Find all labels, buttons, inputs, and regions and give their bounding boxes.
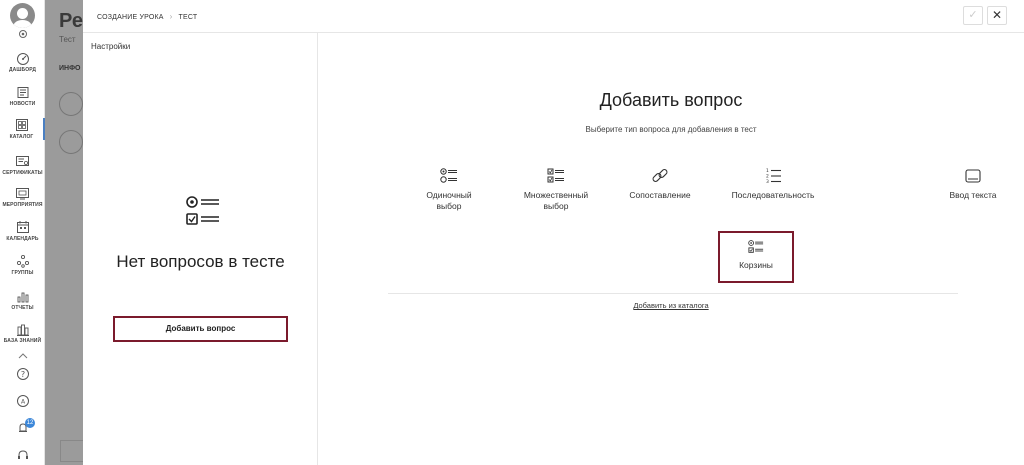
nav-item-catalog[interactable]: КАТАЛОГ <box>0 118 45 140</box>
nav-label: ГРУППЫ <box>11 270 34 276</box>
text-input-icon <box>965 169 981 183</box>
nav-label: НОВОСТИ <box>9 101 36 107</box>
nav-label: КАТАЛОГ <box>9 134 34 140</box>
questions-sidebar: Настройки Нет вопросов в тесте Добавить … <box>83 33 318 465</box>
background-page-overlay: Ре Тест ИНФО <box>45 0 85 465</box>
reports-icon <box>17 292 28 303</box>
groups-icon <box>16 254 29 268</box>
background-page-title: Ре <box>59 10 83 32</box>
question-type-text-input[interactable]: Ввод текста <box>938 167 1008 201</box>
nav-label: БАЗА ЗНАНИЙ <box>3 338 42 344</box>
link-icon <box>652 169 668 182</box>
test-editor-panel: СОЗДАНИЕ УРОКА › ТЕСТ ✓ ✕ Настройки Нет во… <box>83 0 1024 465</box>
notifications-badge: 12 <box>25 418 35 428</box>
question-type-single-choice[interactable]: Одиночный выбор <box>418 167 480 212</box>
svg-text:2: 2 <box>766 174 769 180</box>
question-type-baskets[interactable]: Корзины <box>718 231 794 283</box>
background-page-subtitle: Тест <box>59 35 76 44</box>
app-root: ДАШБОРД НОВОСТИ КАТАЛОГ СЕРТИФИКАТЫ МЕРО… <box>0 0 1024 465</box>
add-question-button[interactable]: Добавить вопрос <box>113 316 288 342</box>
close-button[interactable]: ✕ <box>987 6 1007 25</box>
svg-text:1: 1 <box>766 168 769 174</box>
question-type-label: Одиночный выбор <box>426 190 472 211</box>
nav-item-calendar[interactable]: КАЛЕНДАРЬ <box>0 220 45 242</box>
support-headset-icon[interactable] <box>0 448 45 462</box>
nav-item-events[interactable]: МЕРОПРИЯТИЯ <box>0 187 45 208</box>
question-type-label: Последовательность <box>731 190 815 200</box>
catalog-icon <box>15 119 28 131</box>
question-type-multiple-choice[interactable]: Множественный выбор <box>514 167 598 212</box>
nav-item-knowledge-base[interactable]: БАЗА ЗНАНИЙ <box>0 323 45 344</box>
nav-label: СЕРТИФИКАТЫ <box>2 170 43 176</box>
nav-item-reports[interactable]: ОТЧЕТЫ <box>0 290 45 311</box>
background-page-tab: ИНФО <box>59 65 81 72</box>
help-icon[interactable]: ? <box>0 367 45 381</box>
svg-text:3: 3 <box>766 179 769 185</box>
single-choice-icon <box>440 168 457 183</box>
question-type-matching[interactable]: Сопоставление <box>618 167 702 201</box>
events-icon <box>16 188 29 200</box>
question-type-sequence[interactable]: 1 2 3 Последовательность <box>718 167 828 201</box>
nav-item-groups[interactable]: ГРУППЫ <box>0 254 45 276</box>
nav-label: ДАШБОРД <box>9 67 36 73</box>
background-box <box>60 440 85 462</box>
breadcrumb-current: ТЕСТ <box>178 14 198 21</box>
ordered-list-icon: 1 2 3 <box>766 168 781 185</box>
avatar[interactable] <box>10 3 35 28</box>
question-list-icon <box>186 196 219 225</box>
panel-topbar: СОЗДАНИЕ УРОКА › ТЕСТ ✓ ✕ <box>83 0 1024 33</box>
breadcrumb: СОЗДАНИЕ УРОКА › ТЕСТ <box>97 12 197 21</box>
expand-chevron-icon[interactable] <box>0 352 45 360</box>
nav-label: МЕРОПРИЯТИЯ <box>2 202 43 208</box>
add-question-title: Добавить вопрос <box>599 90 743 110</box>
add-from-catalog-link[interactable]: Добавить из каталога <box>318 301 1024 310</box>
nav-item-certificates[interactable]: СЕРТИФИКАТЫ <box>0 155 45 176</box>
add-question-area: Добавить вопрос Выберите тип вопроса для… <box>318 33 1024 465</box>
divider <box>388 293 958 294</box>
background-question-icon <box>59 92 83 116</box>
check-icon: ✓ <box>968 9 978 21</box>
background-question-icon <box>59 130 83 154</box>
nav-label: ОТЧЕТЫ <box>11 305 34 311</box>
multiple-choice-icon <box>547 168 564 183</box>
empty-state-title: Нет вопросов в тесте <box>116 252 285 271</box>
baskets-icon <box>748 240 764 253</box>
question-type-label: Сопоставление <box>629 190 691 200</box>
dashboard-icon <box>16 53 29 65</box>
svg-text:A: A <box>20 399 25 406</box>
breadcrumb-parent[interactable]: СОЗДАНИЕ УРОКА <box>97 14 164 21</box>
knowledge-base-icon <box>16 324 29 336</box>
certificate-icon <box>16 156 29 166</box>
nav-item-news[interactable]: НОВОСТИ <box>0 86 45 107</box>
close-icon: ✕ <box>991 8 1003 22</box>
calendar-icon <box>16 221 29 233</box>
breadcrumb-separator-icon: › <box>169 12 173 21</box>
question-type-label: Ввод текста <box>949 190 997 200</box>
settings-link[interactable]: Настройки <box>91 42 130 51</box>
question-type-label: Множественный выбор <box>523 190 589 211</box>
nav-label: КАЛЕНДАРЬ <box>6 236 39 242</box>
nav-item-dashboard[interactable]: ДАШБОРД <box>0 52 45 73</box>
language-icon[interactable]: A <box>0 394 45 408</box>
notifications-bell-icon[interactable]: 12 <box>0 418 45 435</box>
confirm-button[interactable]: ✓ <box>963 6 983 25</box>
question-type-label: Корзины <box>739 260 773 270</box>
svg-text:?: ? <box>20 370 24 379</box>
settings-gear-icon[interactable] <box>0 29 45 39</box>
news-icon <box>17 87 28 98</box>
add-question-subtitle: Выберите тип вопроса для добавления в те… <box>585 125 757 134</box>
nav-rail: ДАШБОРД НОВОСТИ КАТАЛОГ СЕРТИФИКАТЫ МЕРО… <box>0 0 45 465</box>
